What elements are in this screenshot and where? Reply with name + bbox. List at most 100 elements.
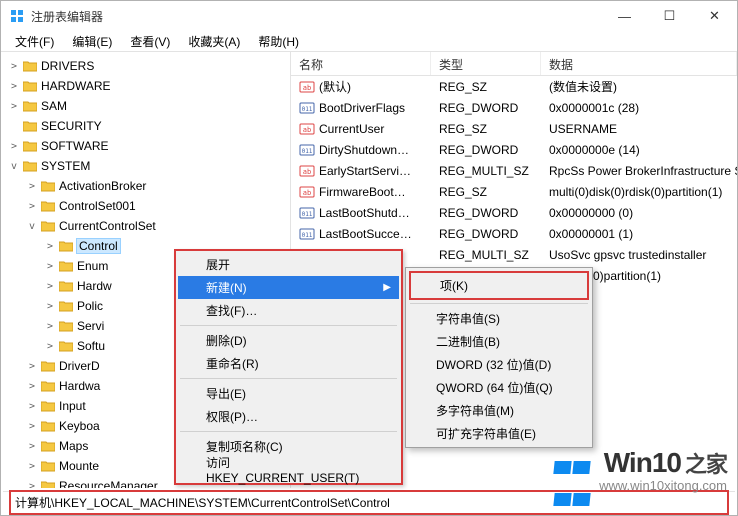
cell-data: (数值未设置) <box>541 78 737 95</box>
ctx-find[interactable]: 查找(F)… <box>178 299 399 322</box>
expand-icon[interactable]: > <box>25 401 39 412</box>
list-row[interactable]: abCurrentUserREG_SZUSERNAME <box>291 118 737 139</box>
cell-name: ab(默认) <box>291 78 431 95</box>
expand-icon[interactable]: > <box>25 461 39 472</box>
list-row[interactable]: abEarlyStartServi…REG_MULTI_SZRpcSs Powe… <box>291 160 737 181</box>
expand-icon[interactable]: > <box>7 61 21 72</box>
cell-data: 0x00000000 (0) <box>541 206 737 220</box>
cell-data: 0x0000001c (28) <box>541 101 737 115</box>
folder-icon <box>58 319 74 333</box>
expand-icon[interactable]: > <box>25 181 39 192</box>
expand-icon[interactable]: > <box>25 381 39 392</box>
cell-type: REG_DWORD <box>431 101 541 115</box>
column-header-data[interactable]: 数据 <box>541 52 737 75</box>
expand-icon[interactable]: > <box>25 201 39 212</box>
folder-icon <box>22 139 38 153</box>
menu-view[interactable]: 查看(V) <box>122 31 178 52</box>
expand-icon[interactable]: > <box>43 341 57 352</box>
list-row[interactable]: 011LastBootShutd…REG_DWORD0x00000000 (0) <box>291 202 737 223</box>
cell-type: REG_SZ <box>431 80 541 94</box>
cell-name: 011LastBootShutd… <box>291 205 431 221</box>
folder-icon <box>40 199 56 213</box>
ctx-export[interactable]: 导出(E) <box>178 382 399 405</box>
column-header-type[interactable]: 类型 <box>431 52 541 75</box>
value-type-icon: ab <box>299 163 315 179</box>
cell-data: RpcSs Power BrokerInfrastructure S <box>541 164 737 178</box>
list-row[interactable]: ab(默认)REG_SZ(数值未设置) <box>291 76 737 97</box>
app-icon <box>9 8 25 24</box>
tree-node-hardware[interactable]: >HARDWARE <box>7 76 290 96</box>
folder-icon <box>58 239 74 253</box>
folder-icon <box>40 479 56 488</box>
expand-icon[interactable]: > <box>25 441 39 452</box>
address-input[interactable]: 计算机\HKEY_LOCAL_MACHINE\SYSTEM\CurrentCon… <box>9 490 729 515</box>
tree-node-sam[interactable]: >SAM <box>7 96 290 116</box>
folder-icon <box>40 439 56 453</box>
expand-icon[interactable]: > <box>7 141 21 152</box>
tree-node-activationbroker[interactable]: >ActivationBroker <box>25 176 290 196</box>
value-type-icon: ab <box>299 121 315 137</box>
ctx-new-string[interactable]: 字符串值(S) <box>408 307 590 330</box>
expand-icon[interactable]: > <box>43 261 57 272</box>
cell-data: UsoSvc gpsvc trustedinstaller <box>541 248 737 262</box>
ctx-separator <box>180 431 397 432</box>
ctx-goto-hkcu[interactable]: 访问 HKEY_CURRENT_USER(T) <box>178 458 399 481</box>
ctx-new[interactable]: 新建(N)▶ <box>178 276 399 299</box>
ctx-new-multistring[interactable]: 多字符串值(M) <box>408 399 590 422</box>
expand-icon[interactable]: > <box>43 301 57 312</box>
tree-node-security[interactable]: SECURITY <box>7 116 290 136</box>
folder-icon <box>58 299 74 313</box>
menu-edit[interactable]: 编辑(E) <box>64 31 120 52</box>
cell-data: USERNAME <box>541 122 737 136</box>
ctx-new-expandstring[interactable]: 可扩充字符串值(E) <box>408 422 590 445</box>
ctx-new-qword[interactable]: QWORD (64 位)值(Q) <box>408 376 590 399</box>
cell-name: 011LastBootSucce… <box>291 226 431 242</box>
folder-icon <box>40 179 56 193</box>
ctx-expand[interactable]: 展开 <box>178 253 399 276</box>
expand-icon[interactable]: > <box>43 281 57 292</box>
tree-node-software[interactable]: >SOFTWARE <box>7 136 290 156</box>
cell-name: abCurrentUser <box>291 121 431 137</box>
ctx-new-key[interactable]: 项(K) <box>412 274 586 297</box>
list-row[interactable]: 011DirtyShutdown…REG_DWORD0x0000000e (14… <box>291 139 737 160</box>
minimize-button[interactable]: — <box>602 1 647 31</box>
folder-icon <box>22 59 38 73</box>
tree-node-drivers[interactable]: >DRIVERS <box>7 56 290 76</box>
menu-favorites[interactable]: 收藏夹(A) <box>180 31 248 52</box>
close-button[interactable]: ✕ <box>692 1 737 31</box>
value-type-icon: 011 <box>299 226 315 242</box>
expand-icon[interactable]: > <box>43 321 57 332</box>
folder-icon <box>58 339 74 353</box>
list-row[interactable]: abFirmwareBoot…REG_SZmulti(0)disk(0)rdis… <box>291 181 737 202</box>
cell-data: multi(0)disk(0)rdisk(0)partition(1) <box>541 185 737 199</box>
list-row[interactable]: 011BootDriverFlagsREG_DWORD0x0000001c (2… <box>291 97 737 118</box>
menu-help[interactable]: 帮助(H) <box>250 31 307 52</box>
column-header-name[interactable]: 名称 <box>291 52 431 75</box>
list-row[interactable]: 011LastBootSucce…REG_DWORD0x00000001 (1) <box>291 223 737 244</box>
window-title: 注册表编辑器 <box>31 8 602 25</box>
maximize-button[interactable]: ☐ <box>647 1 692 31</box>
ctx-rename[interactable]: 重命名(R) <box>178 352 399 375</box>
cell-type: REG_SZ <box>431 185 541 199</box>
window-controls: — ☐ ✕ <box>602 1 737 31</box>
ctx-permissions[interactable]: 权限(P)… <box>178 405 399 428</box>
expand-icon[interactable]: > <box>7 101 21 112</box>
expand-icon[interactable]: > <box>25 481 39 489</box>
ctx-new-binary[interactable]: 二进制值(B) <box>408 330 590 353</box>
expand-icon[interactable]: > <box>43 241 57 252</box>
expand-icon[interactable]: > <box>25 361 39 372</box>
menu-file[interactable]: 文件(F) <box>7 31 62 52</box>
ctx-delete[interactable]: 删除(D) <box>178 329 399 352</box>
expand-icon[interactable]: v <box>25 221 39 232</box>
expand-icon[interactable]: > <box>7 81 21 92</box>
cell-type: REG_DWORD <box>431 227 541 241</box>
ctx-new-dword[interactable]: DWORD (32 位)值(D) <box>408 353 590 376</box>
context-menu-new-submenu: 项(K) 字符串值(S) 二进制值(B) DWORD (32 位)值(D) QW… <box>405 267 593 448</box>
expand-icon[interactable]: v <box>7 161 21 172</box>
tree-node-system[interactable]: vSYSTEM <box>7 156 290 176</box>
svg-text:ab: ab <box>303 84 311 92</box>
address-bar: 计算机\HKEY_LOCAL_MACHINE\SYSTEM\CurrentCon… <box>3 491 735 513</box>
expand-icon[interactable]: > <box>25 421 39 432</box>
tree-node-controlset001[interactable]: >ControlSet001 <box>25 196 290 216</box>
tree-node-currentcontrolset[interactable]: vCurrentControlSet <box>25 216 290 236</box>
